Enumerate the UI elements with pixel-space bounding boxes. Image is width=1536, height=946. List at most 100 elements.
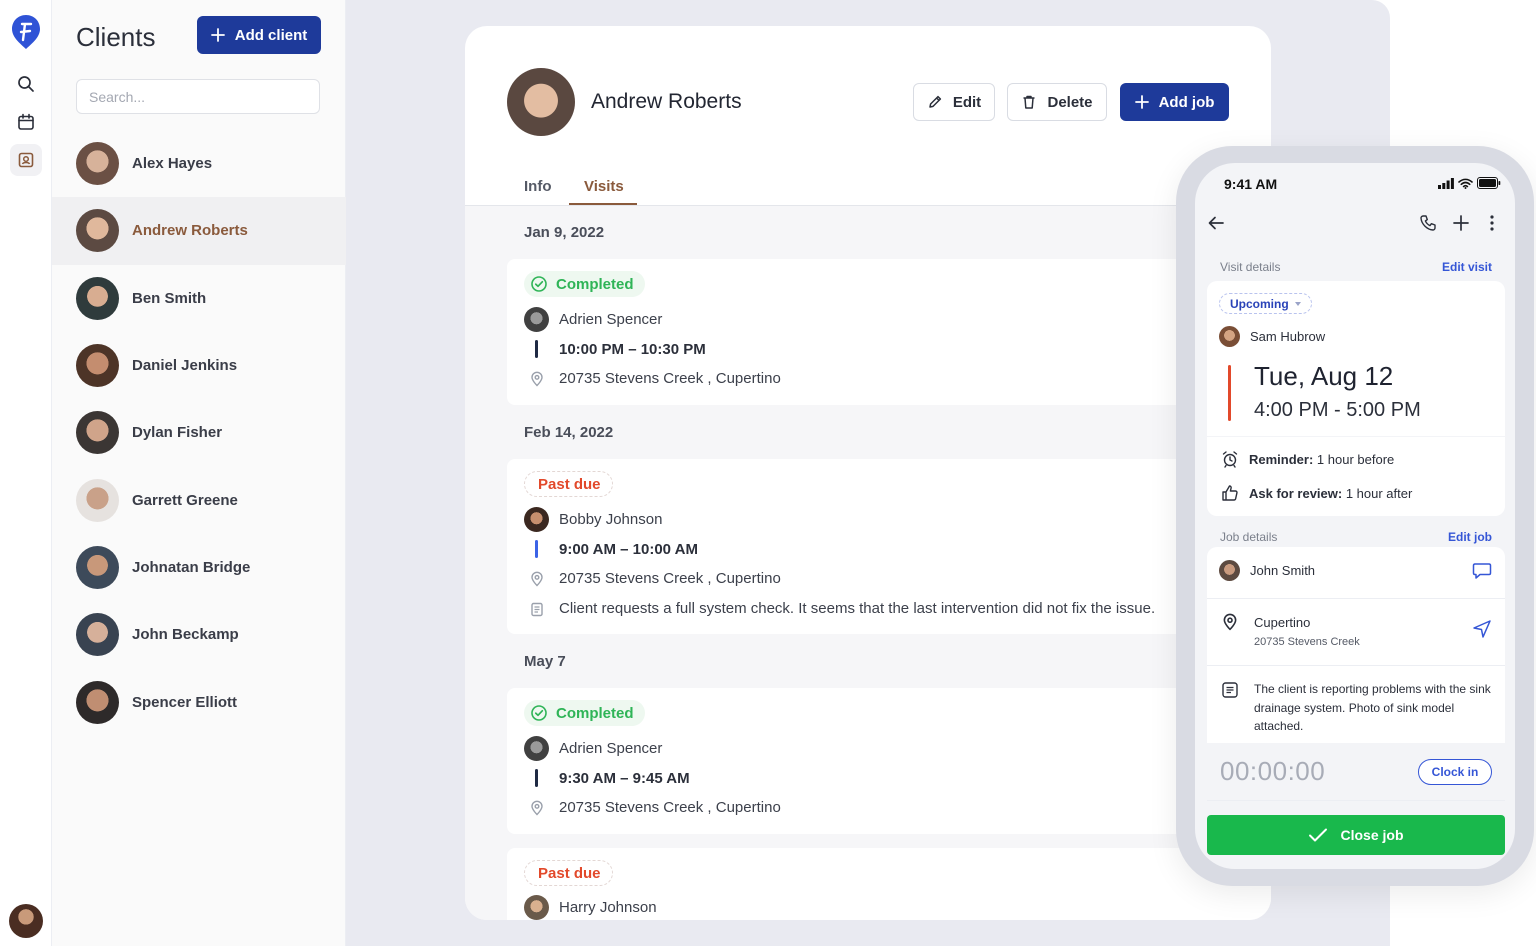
time-range: 9:00 AM – 10:00 AM xyxy=(559,540,698,558)
delete-button[interactable]: Delete xyxy=(1007,83,1107,121)
edit-button[interactable]: Edit xyxy=(913,83,995,121)
status-label: Upcoming xyxy=(1230,296,1289,311)
status-dropdown[interactable]: Upcoming xyxy=(1219,293,1312,314)
add-client-button[interactable]: Add client xyxy=(197,16,321,54)
phone-icon[interactable] xyxy=(1419,214,1437,232)
close-job-button[interactable]: Close job xyxy=(1207,815,1505,855)
avatar xyxy=(76,344,119,388)
visit-worker: Bobby Johnson xyxy=(524,507,662,532)
add-job-label: Add job xyxy=(1158,93,1215,111)
client-item[interactable]: Daniel Jenkins xyxy=(52,332,346,399)
client-name: Daniel Jenkins xyxy=(132,357,238,375)
client-name: John Beckamp xyxy=(132,626,239,644)
search-icon[interactable] xyxy=(10,68,42,100)
pencil-icon xyxy=(929,95,941,108)
edit-label: Edit xyxy=(952,93,982,111)
client-item[interactable]: Ben Smith xyxy=(52,265,346,332)
alarm-icon xyxy=(1222,451,1238,468)
reminder-row[interactable]: Reminder: 1 hour before xyxy=(1221,450,1394,468)
worker-name: Bobby Johnson xyxy=(559,511,663,528)
divider xyxy=(1207,665,1505,666)
avatar xyxy=(76,545,119,589)
client-name-heading: Andrew Roberts xyxy=(591,90,742,113)
client-item[interactable]: Garrett Greene xyxy=(52,466,346,533)
visit-worker: Adrien Spencer xyxy=(524,736,662,761)
timer-display: 00:00:00 xyxy=(1220,756,1326,786)
checkmark-icon xyxy=(1309,828,1328,842)
review-row[interactable]: Ask for review: 1 hour after xyxy=(1221,484,1412,502)
chat-icon[interactable] xyxy=(1472,562,1492,580)
client-item[interactable]: Andrew Roberts xyxy=(52,197,346,265)
phone-screen: 9:41 AM Visit details Edit visit Upcomin… xyxy=(1195,163,1515,869)
visit-address: 20735 Stevens Creek , Cupertino xyxy=(524,370,781,387)
edit-visit-link[interactable]: Edit visit xyxy=(1442,260,1492,274)
check-circle-icon xyxy=(531,276,547,292)
contacts-icon[interactable] xyxy=(10,144,42,176)
status-badge: Past due xyxy=(524,860,613,886)
page-title: Clients xyxy=(76,22,156,52)
plus-icon[interactable] xyxy=(1452,214,1470,232)
avatar xyxy=(1219,560,1240,581)
review-label: Ask for review: xyxy=(1249,485,1343,501)
divider xyxy=(1207,598,1505,599)
avatar xyxy=(524,307,549,332)
time-range: 9:30 AM – 9:45 AM xyxy=(559,769,690,787)
job-details-card: John Smith Cupertino 20735 Stevens Creek… xyxy=(1207,547,1505,743)
search-input[interactable] xyxy=(76,79,320,114)
time-bar xyxy=(535,769,538,787)
status-badge: Completed xyxy=(524,271,645,297)
time-range: 10:00 PM – 10:30 PM xyxy=(559,340,706,358)
logo-icon[interactable] xyxy=(10,14,42,50)
wifi-icon xyxy=(1458,178,1473,189)
visit-card[interactable]: Completed Adrien Spencer 10:00 PM – 10:3… xyxy=(507,259,1271,405)
tab-visits[interactable]: Visits xyxy=(584,178,624,195)
avatar xyxy=(76,613,119,657)
reminder-label: Reminder: xyxy=(1249,451,1314,467)
close-job-label: Close job xyxy=(1340,827,1404,843)
client-item[interactable]: Johnatan Bridge xyxy=(52,534,346,601)
phone-frame: 9:41 AM Visit details Edit visit Upcomin… xyxy=(1176,146,1534,886)
visit-card[interactable]: Past due Bobby Johnson 9:00 AM – 10:00 A… xyxy=(507,459,1271,634)
visit-address: 20735 Stevens Creek , Cupertino xyxy=(524,799,781,816)
clock-in-button[interactable]: Clock in xyxy=(1418,759,1492,785)
visit-card[interactable]: Completed Adrien Spencer 9:30 AM – 9:45 … xyxy=(507,688,1271,834)
client-item[interactable]: Spencer Elliott xyxy=(52,668,346,735)
battery-icon xyxy=(1477,177,1501,189)
job-client-name: John Smith xyxy=(1250,563,1316,578)
client-item[interactable]: Alex Hayes xyxy=(52,130,346,197)
job-city: Cupertino xyxy=(1254,615,1311,630)
phone-toolbar xyxy=(1195,211,1515,235)
visit-card[interactable]: Past due Harry Johnson xyxy=(507,848,1271,920)
time-bar xyxy=(535,340,538,358)
tab-bar: Info Visits xyxy=(465,176,1271,206)
more-vertical-icon[interactable] xyxy=(1489,214,1495,232)
edit-job-link[interactable]: Edit job xyxy=(1448,530,1492,544)
status-label: Completed xyxy=(556,704,634,722)
client-name: Alex Hayes xyxy=(132,155,213,173)
job-client-row[interactable]: John Smith xyxy=(1219,560,1315,581)
visit-worker: Harry Johnson xyxy=(524,895,657,920)
trash-icon xyxy=(1023,95,1035,109)
reminder-value: 1 hour before xyxy=(1316,451,1395,467)
client-item[interactable]: Dylan Fisher xyxy=(52,399,346,466)
plus-icon xyxy=(1134,95,1149,109)
assignee-name: Sam Hubrow xyxy=(1250,329,1326,344)
add-job-button[interactable]: Add job xyxy=(1120,83,1229,121)
tab-info[interactable]: Info xyxy=(524,178,552,195)
status-icons xyxy=(1438,177,1501,189)
back-arrow-icon[interactable] xyxy=(1207,215,1225,231)
client-name: Andrew Roberts xyxy=(132,222,248,240)
client-name: Dylan Fisher xyxy=(132,424,223,442)
visit-date: Tue, Aug 12 xyxy=(1254,361,1394,391)
user-avatar[interactable] xyxy=(9,904,43,938)
status-badge: Past due xyxy=(524,471,613,497)
signal-icon xyxy=(1438,177,1454,189)
client-item[interactable]: John Beckamp xyxy=(52,601,346,668)
status-badge: Completed xyxy=(524,700,645,726)
worker-name: Adrien Spencer xyxy=(559,740,663,757)
calendar-icon[interactable] xyxy=(10,106,42,138)
client-name: Garrett Greene xyxy=(132,491,238,509)
client-name: Ben Smith xyxy=(132,289,207,307)
visit-date: May 7 xyxy=(524,653,566,670)
navigation-icon[interactable] xyxy=(1472,619,1492,639)
